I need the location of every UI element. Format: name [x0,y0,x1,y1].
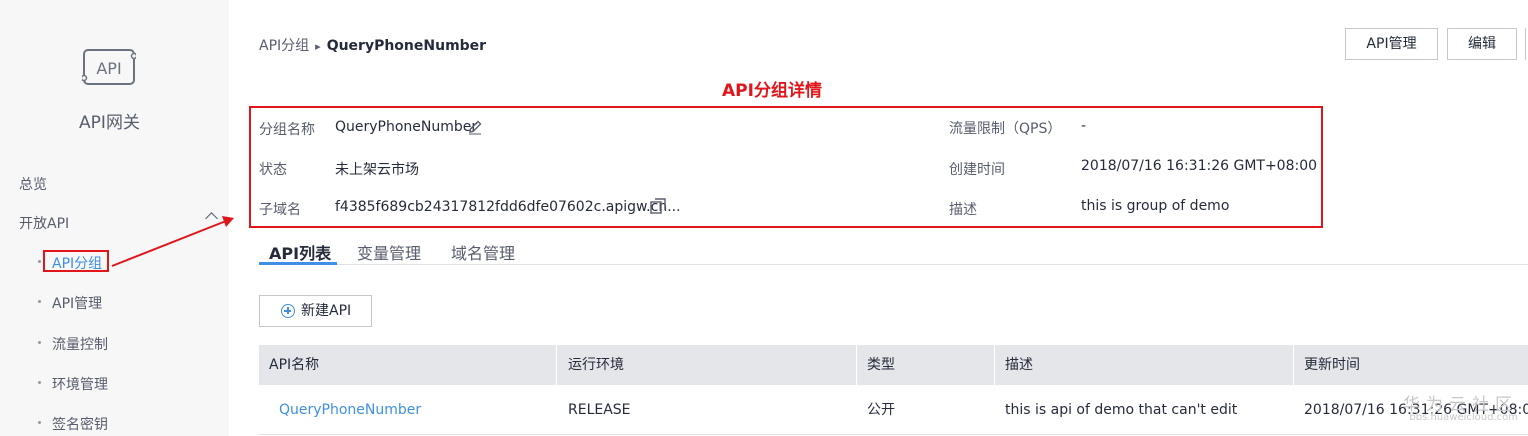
annotation-arrow-icon [111,216,234,267]
